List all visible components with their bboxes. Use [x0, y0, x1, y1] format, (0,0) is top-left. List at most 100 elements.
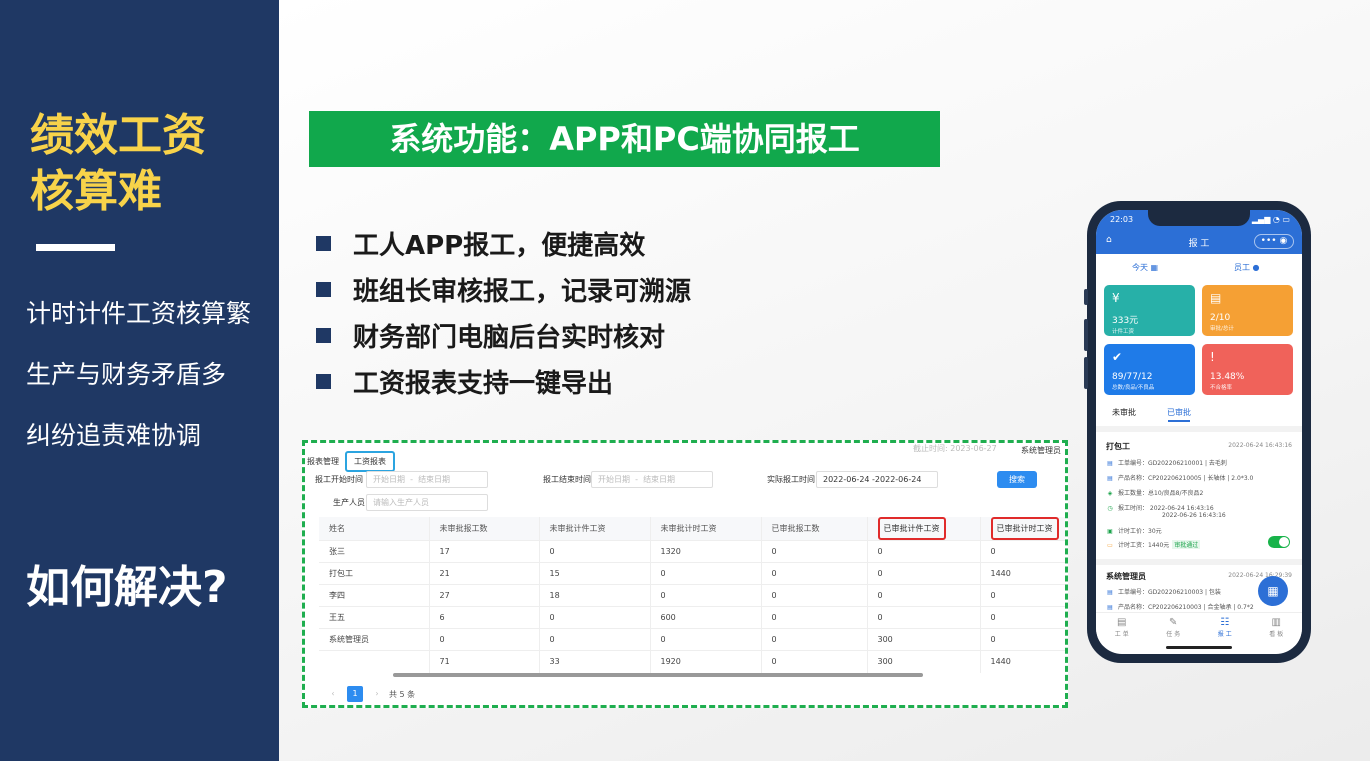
user-icon: ●	[1252, 263, 1260, 272]
stat-card-quantity[interactable]: ✔ 89/77/12 总数/良品/不良品	[1104, 344, 1195, 395]
tab-pending[interactable]: 未审批	[1112, 408, 1136, 417]
section-divider	[1096, 559, 1302, 565]
stat-label: 计件工资	[1112, 329, 1135, 335]
admin-user[interactable]: 系统管理员	[1021, 445, 1061, 456]
column-header: 未审批计件工资	[539, 517, 651, 541]
highlighted-column-header: 已审批计时工资	[990, 517, 1059, 540]
document-icon: ▤	[1210, 291, 1222, 305]
end-time-range[interactable]: 开始日期 - 结束日期	[591, 471, 713, 488]
square-bullet-icon	[316, 281, 331, 297]
next-page-icon[interactable]: ›	[369, 686, 385, 702]
active-tab-underline	[1168, 420, 1190, 422]
left-title-line1: 绩效工资	[30, 110, 206, 161]
record-product: 产品名称：CP202206210003 | 合金轴承 | 0.7*2	[1118, 604, 1254, 611]
table-cell: 0	[761, 650, 868, 673]
dashboard-icon: ▥	[1271, 617, 1281, 628]
table-row: 打包工 21 15 0 0 0 1440	[319, 562, 1065, 585]
column-header: 未审批报工数	[429, 517, 540, 541]
record-field: ▤ 产品名称：CP202206210005 | 长轴体 | 2.0*3.0	[1106, 473, 1253, 482]
record-product: 产品名称：CP202206210005 | 长轴体 | 2.0*3.0	[1118, 475, 1254, 482]
table-cell: 17	[429, 540, 540, 563]
date-filter-label: 今天	[1132, 263, 1148, 272]
record-date: 2022-06-24 16:29:39	[1228, 572, 1292, 579]
table-cell: 27	[429, 584, 540, 607]
square-bullet-icon	[316, 373, 331, 389]
approval-toggle[interactable]	[1268, 536, 1290, 548]
feature-text: 工资报表支持一键导出	[353, 368, 614, 399]
date-filter[interactable]: 今天 ▦	[1132, 262, 1158, 273]
order-icon: ▤	[1107, 589, 1113, 596]
table-cell: 0	[539, 606, 651, 629]
table-cell: 0	[867, 562, 981, 585]
tab-work-order[interactable]: ▤ 工 单	[1096, 613, 1148, 646]
box-icon: ◈	[1107, 490, 1113, 497]
actual-time-label: 实际报工时间	[767, 475, 815, 484]
tab-dashboard[interactable]: ▥ 看 板	[1251, 613, 1303, 646]
actual-time-range[interactable]: 2022-06-24 -2022-06-24	[816, 471, 938, 488]
tab-report[interactable]: ☷ 报 工	[1199, 613, 1251, 646]
feature-item: 财务部门电脑后台实时核对	[316, 312, 691, 358]
table-cell: 0	[761, 540, 868, 563]
tab-task[interactable]: ✎ 任 务	[1148, 613, 1200, 646]
phone-side-button	[1084, 357, 1088, 389]
table-row: 张三 17 0 1320 0 0 0	[319, 540, 1065, 563]
feature-banner: 系统功能：APP和PC端协同报工	[309, 111, 940, 167]
page-number[interactable]: 1	[347, 686, 363, 702]
feature-list: 工人APP报工，便捷高效 班组长审核报工，记录可溯源 财务部门电脑后台实时核对 …	[316, 220, 691, 404]
stat-card-defect-rate[interactable]: ! 13.48% 不合格率	[1202, 344, 1293, 395]
table-cell: 0	[650, 628, 762, 651]
person-input[interactable]: 请输入生产人员	[366, 494, 488, 511]
search-button[interactable]: 搜索	[997, 471, 1037, 488]
tab-wage-report[interactable]: 工资报表	[345, 451, 395, 472]
status-badge: 审批通过	[1172, 540, 1201, 549]
feature-item: 工资报表支持一键导出	[316, 358, 691, 404]
tab-approved[interactable]: 已审批	[1167, 407, 1191, 418]
range-from: 开始日期	[373, 475, 405, 484]
table-cell: 21	[429, 562, 540, 585]
table-cell: 0	[539, 628, 651, 651]
person-label: 生产人员	[333, 498, 365, 507]
record-field: ▤ 产品名称：CP202206210003 | 合金轴承 | 0.7*2	[1106, 602, 1254, 611]
stat-card-piece-wage[interactable]: ¥ 333元 计件工资	[1104, 285, 1195, 336]
breadcrumb-parent[interactable]: 报表管理	[307, 456, 339, 467]
column-header: 已审批计件工资	[867, 517, 981, 541]
column-header: 已审批计时工资	[980, 517, 1065, 541]
table-cell: 系统管理员	[319, 628, 430, 651]
calendar-icon: ▦	[1150, 263, 1159, 272]
start-time-range[interactable]: 开始日期 - 结束日期	[366, 471, 488, 488]
miniapp-menu-button[interactable]: ••• ◉	[1254, 234, 1294, 249]
record-worker-name: 系统管理员	[1106, 572, 1146, 581]
record-field: ◷ 报工时间： 2022-06-24 16:43:16	[1106, 503, 1213, 512]
signal-wifi-battery-icon: ▂▄▆ ◔ ▭	[1251, 215, 1290, 224]
product-icon: ▤	[1107, 604, 1113, 611]
record-time-end: 2022-06-26 16:43:16	[1162, 512, 1226, 519]
phone-mockup: 22:03 ▂▄▆ ◔ ▭ ⌂ 报 工 ••• ◉ 今天 ▦ 员工 ● ¥ 33…	[1084, 201, 1311, 663]
table-cell: 600	[650, 606, 762, 629]
horizontal-scrollbar[interactable]	[393, 673, 923, 677]
feature-text: 工人APP报工，便捷高效	[353, 230, 646, 261]
table-cell: 1440	[980, 562, 1065, 585]
record-field: ◈ 报工数量：总10/良品8/不良品2	[1106, 488, 1204, 497]
more-icon: •••	[1260, 236, 1277, 246]
record-worker-name: 打包工	[1106, 442, 1130, 451]
column-header: 姓名	[319, 517, 430, 541]
pagination: ‹ 1 › 共 5 条	[325, 686, 415, 702]
stat-label: 审批/总计	[1210, 326, 1234, 332]
stat-card-approval[interactable]: ▤ 2/10 审批/总计	[1202, 285, 1293, 336]
left-panel: 绩效工资 核算难 计时计件工资核算繁 生产与财务矛盾多 纠纷追责难协调 如何解决…	[0, 0, 279, 761]
table-cell: 15	[539, 562, 651, 585]
prev-page-icon[interactable]: ‹	[325, 686, 341, 702]
role-filter[interactable]: 员工 ●	[1234, 262, 1260, 273]
table-cell: 0	[867, 540, 981, 563]
stat-value: 333元	[1112, 316, 1139, 326]
tab-label: 报 工	[1217, 631, 1232, 638]
tab-label: 工 单	[1114, 631, 1129, 638]
stat-value: 13.48%	[1210, 372, 1245, 382]
record-order: 工单编号：GD202206210001 | 去毛刺	[1118, 460, 1227, 467]
feature-text: 班组长审核报工，记录可溯源	[353, 276, 692, 307]
table-cell: 1920	[650, 650, 762, 673]
end-time-label: 报工结束时间	[543, 475, 591, 484]
tab-label: 任 务	[1166, 631, 1181, 638]
yen-icon: ¥	[1112, 291, 1120, 305]
grid-menu-icon[interactable]: ▦	[1258, 576, 1288, 606]
